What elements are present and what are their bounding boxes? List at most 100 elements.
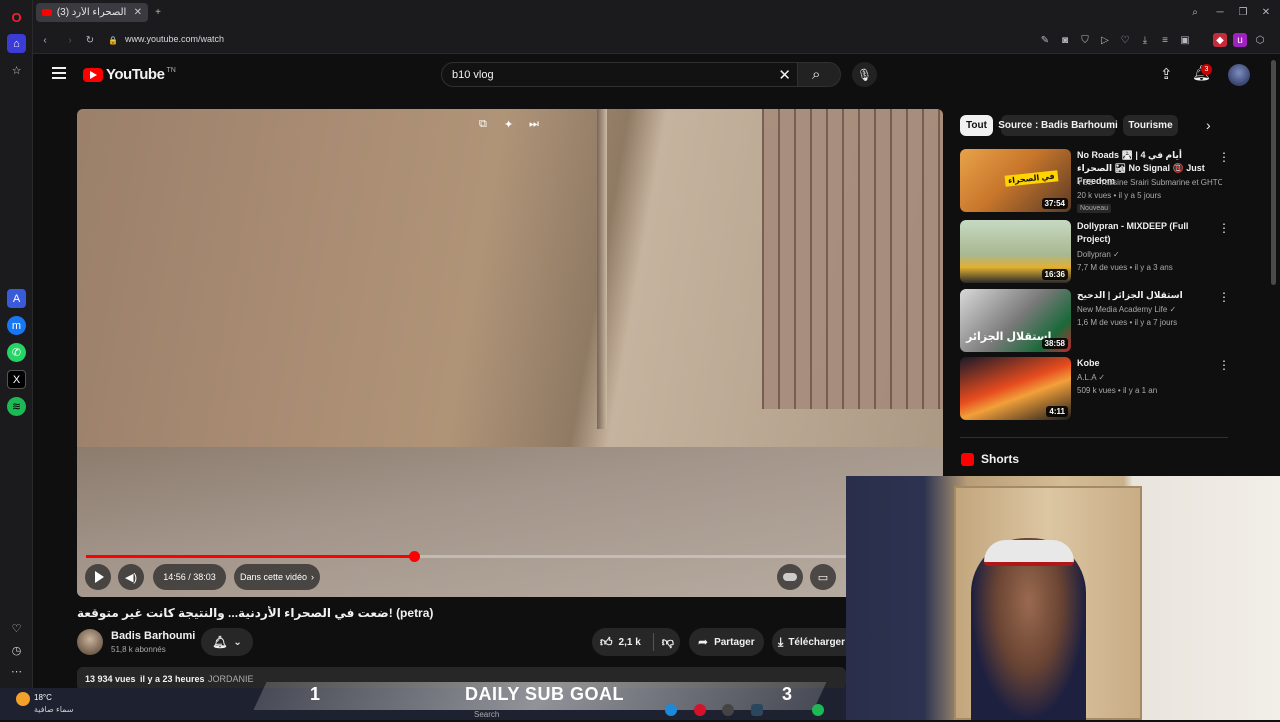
home-icon[interactable]: ⌂	[7, 34, 26, 53]
rec-thumbnail-4[interactable]: 4:11	[960, 357, 1071, 420]
whatsapp-icon[interactable]: ✆	[7, 343, 26, 362]
dislike-icon[interactable]: 👎︎	[662, 635, 674, 650]
adblock-icon[interactable]: ◆	[1213, 33, 1227, 47]
time-display: 14:56 / 38:03	[153, 564, 226, 590]
reload-icon[interactable]: ↻	[83, 33, 97, 47]
x-twitter-icon[interactable]: X	[7, 370, 26, 389]
miniplayer-icon[interactable]: ⧉	[479, 118, 487, 131]
download-button[interactable]: ⤓ Télécharger	[772, 628, 846, 656]
search-input[interactable]: b10 vlog	[452, 69, 494, 81]
rec-thumbnail-2[interactable]: 16:36	[960, 220, 1071, 283]
rec-title-3[interactable]: استقلال الجزائر | الدحيح	[1077, 289, 1217, 302]
aria-ai-icon[interactable]: A	[7, 289, 26, 308]
heart-outline-icon[interactable]: ♡	[1118, 33, 1132, 47]
subscribed-bell-button[interactable]: 🔔︎ ⌄	[201, 628, 253, 656]
forward-icon[interactable]: ›	[63, 33, 77, 47]
tab-active[interactable]: (3) ضعت في الصحراء الأرد ✕	[36, 3, 148, 22]
sub-goal-target: 3	[782, 684, 793, 704]
chip-source[interactable]: Source : Badis Barhoumi	[998, 115, 1118, 136]
taskbar-search[interactable]: Search	[430, 704, 530, 719]
gift-icon[interactable]: ▣	[1178, 33, 1192, 47]
hashtag[interactable]: JORDANIE	[208, 674, 254, 684]
volume-button[interactable]: ◀︎)	[118, 564, 144, 590]
rec-thumbnail-1[interactable]: في الصحراء 37:54	[960, 149, 1071, 212]
spotify-taskbar-icon[interactable]	[812, 704, 824, 716]
new-tab-icon[interactable]: +	[151, 5, 165, 19]
like-icon[interactable]: 👍︎	[600, 635, 613, 650]
voice-search-icon[interactable]: 🎙	[852, 62, 877, 87]
tab-close-icon[interactable]: ✕	[134, 7, 142, 18]
skip-next-icon[interactable]: ⏭	[529, 118, 539, 131]
progress-scrubber[interactable]	[408, 551, 420, 562]
opera-logo-icon[interactable]: O	[7, 8, 26, 27]
rec-thumbnail-caption-3: استقلال الجزائر	[966, 331, 1052, 343]
more-options-icon[interactable]: ⋮	[1218, 358, 1230, 372]
autoplay-toggle[interactable]	[777, 564, 803, 590]
clear-search-icon[interactable]: ✕	[778, 66, 791, 84]
weather-desc: سماء صافية	[34, 705, 74, 714]
rec-channel-2[interactable]: Dollypran ✓	[1077, 249, 1222, 261]
ublock-icon[interactable]: u	[1233, 33, 1247, 47]
rec-title-2[interactable]: Dollypran - MIXDEEP (Full Project)	[1077, 220, 1217, 246]
download-icon[interactable]: ⤓	[1138, 33, 1152, 47]
new-badge: Nouveau	[1077, 204, 1112, 213]
chip-all[interactable]: Tout	[960, 115, 993, 136]
rec-title-4[interactable]: Kobe	[1077, 357, 1217, 370]
shield-icon[interactable]: ⛉	[1078, 33, 1092, 47]
chips-next-icon[interactable]: ›	[1206, 117, 1211, 133]
video-player[interactable]: ⧉ ✦ ⏭ ◀︎) 14:56 / 38:03 Dans cette vidéo…	[77, 109, 943, 597]
share-button[interactable]: ➦ Partager	[689, 628, 764, 656]
close-window-icon[interactable]: ✕	[1259, 5, 1273, 19]
heart-icon[interactable]: ♡	[7, 619, 26, 638]
spotify-icon[interactable]: ≋	[7, 397, 26, 416]
history-clock-icon[interactable]: ◷	[7, 641, 26, 660]
search-button[interactable]: ⌕	[797, 62, 841, 87]
messenger-icon[interactable]: m	[7, 316, 26, 335]
tab-search-icon[interactable]: ⌕	[1188, 5, 1202, 19]
search-box[interactable]: b10 vlog ✕	[441, 62, 798, 87]
maximize-icon[interactable]: ❐	[1236, 5, 1250, 19]
steam-icon[interactable]	[751, 704, 763, 716]
play-button[interactable]	[85, 564, 111, 590]
back-icon[interactable]: ‹	[38, 33, 52, 47]
chapter-button[interactable]: Dans cette vidéo ›	[234, 564, 320, 590]
play-icon[interactable]: ▷	[1098, 33, 1112, 47]
share-label: Partager	[714, 636, 755, 648]
page-scrollbar[interactable]	[1271, 60, 1276, 285]
shorts-icon	[961, 453, 974, 466]
more-options-icon[interactable]: ⋮	[1218, 290, 1230, 304]
like-count[interactable]: 2,1 k	[619, 637, 641, 648]
create-upload-icon[interactable]: ⇪	[1160, 65, 1173, 83]
minimize-icon[interactable]: ─	[1213, 5, 1227, 19]
rec-channel-1[interactable]: YSS - Yassine Srairi Submarine et GHTC..…	[1077, 177, 1222, 189]
bookmark-star-icon[interactable]: ☆	[7, 61, 26, 80]
taskbar-search-text: Search	[474, 710, 500, 719]
youtube-favicon-icon	[42, 9, 52, 16]
weather-sun-icon	[16, 692, 30, 706]
more-options-icon[interactable]: ⋮	[1218, 221, 1230, 235]
chip-tourism[interactable]: Tourisme	[1123, 115, 1178, 136]
opera-taskbar-icon[interactable]	[694, 704, 706, 716]
edge-browser-icon[interactable]	[665, 704, 677, 716]
progress-bar[interactable]	[86, 551, 846, 562]
menu-lines-icon[interactable]: ≡	[1158, 33, 1172, 47]
edit-icon[interactable]: ✎	[1038, 33, 1052, 47]
subtitles-button[interactable]: ▭	[810, 564, 836, 590]
volume-icon: ◀︎)	[124, 571, 138, 584]
extensions-icon[interactable]: ⬡	[1253, 33, 1267, 47]
rec-channel-4[interactable]: A.L.A ✓	[1077, 372, 1222, 384]
more-options-icon[interactable]: ⋮	[1218, 150, 1230, 164]
rec-channel-3[interactable]: New Media Academy Life ✓	[1077, 304, 1222, 316]
url-field[interactable]: www.youtube.com/watch	[125, 34, 224, 44]
enhance-icon[interactable]: ✦	[504, 118, 513, 131]
obs-icon[interactable]	[722, 704, 734, 716]
more-dots-icon[interactable]: ⋯	[7, 662, 26, 681]
verified-icon: ✓	[1113, 250, 1120, 259]
channel-name[interactable]: Badis Barhoumi	[111, 630, 195, 642]
avatar[interactable]	[1228, 64, 1250, 86]
youtube-logo[interactable]: YouTube TN	[83, 66, 176, 83]
camera-icon[interactable]: ◙	[1058, 33, 1072, 47]
channel-avatar[interactable]	[77, 629, 103, 655]
hamburger-menu-icon[interactable]	[52, 67, 66, 79]
rec-thumbnail-3[interactable]: استقلال الجزائر 38:58	[960, 289, 1071, 352]
